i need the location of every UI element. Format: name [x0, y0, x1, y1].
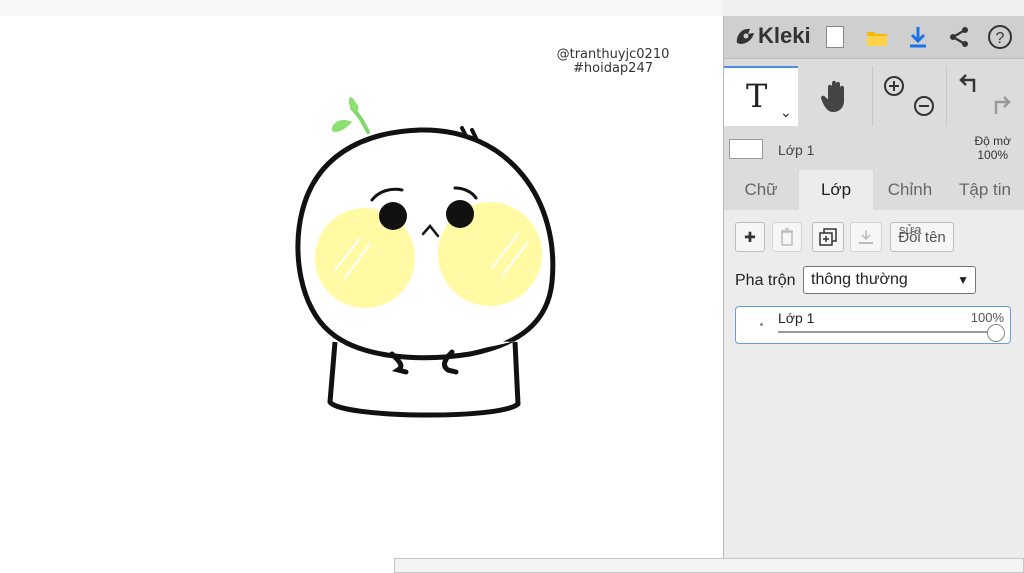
tab-text[interactable]: Chữ	[729, 170, 793, 210]
kleki-logo-icon	[736, 28, 754, 44]
download-icon[interactable]	[905, 24, 931, 50]
layer-thumbnail-dot	[760, 323, 763, 326]
tab-file[interactable]: Tập tin	[948, 170, 1022, 210]
layer-item-name: Lớp 1	[778, 310, 815, 326]
opacity-value: 100%	[977, 148, 1009, 162]
drawing-canvas[interactable]: @tranthuyjc0210 #hoidap247	[0, 16, 722, 573]
add-layer-button[interactable]: ✚	[735, 222, 765, 252]
undo-icon[interactable]	[956, 72, 982, 98]
merge-down-button[interactable]	[850, 222, 882, 252]
zoom-out-icon[interactable]	[912, 94, 936, 118]
layer-opacity: Độ mờ 100%	[974, 134, 1011, 162]
folder-icon[interactable]	[864, 24, 890, 50]
cartoon-drawing	[295, 97, 556, 418]
layer-item-opacity: 100%	[970, 310, 1004, 325]
trash-icon	[781, 228, 793, 246]
hand-tool-icon	[820, 80, 844, 112]
browser-bar-right	[723, 0, 1024, 16]
toolbar: T ⌄	[724, 66, 1024, 126]
chevron-down-icon[interactable]: ⌄	[780, 104, 792, 121]
history-controls	[948, 66, 1024, 126]
panel-tabs: Chữ Lớp Chỉnh Tập tin	[724, 170, 1024, 210]
hand-tool-button[interactable]	[799, 66, 873, 126]
tab-layers[interactable]: Lớp	[799, 170, 873, 210]
help-icon[interactable]: ?	[987, 24, 1013, 50]
delete-layer-button[interactable]	[772, 222, 802, 252]
blend-mode-value: thông thường	[811, 271, 908, 288]
layers-tab-content: ✚ Đổi tên sửa Pha trộn thông thường ▼ Lớ…	[724, 210, 1024, 573]
chevron-down-icon: ▼	[957, 273, 969, 287]
blend-mode-label: Pha trộn	[735, 272, 796, 289]
text-tool-button[interactable]: T ⌄	[724, 66, 798, 126]
app-name: Kleki	[758, 23, 811, 48]
layer-thumbnail[interactable]	[729, 139, 763, 159]
duplicate-icon	[819, 228, 837, 246]
kleki-logo[interactable]: Kleki	[734, 23, 811, 49]
blend-mode-select[interactable]: thông thường ▼	[803, 266, 976, 294]
layer-list-item[interactable]: Lớp 1 100%	[735, 306, 1011, 344]
opacity-slider-track[interactable]	[778, 331, 998, 333]
current-layer-row: Lớp 1 Độ mờ 100%	[724, 128, 1024, 172]
background-window-edge	[394, 558, 1024, 573]
merge-down-icon	[859, 230, 873, 244]
opacity-label: Độ mờ	[974, 134, 1011, 148]
tab-adjust[interactable]: Chỉnh	[876, 170, 944, 210]
text-tool-icon: T	[746, 77, 768, 115]
redo-icon[interactable]	[988, 94, 1014, 120]
opacity-slider-handle[interactable]	[987, 324, 1005, 342]
zoom-in-icon[interactable]	[882, 74, 906, 98]
rename-overlap-text: sửa	[899, 222, 922, 237]
duplicate-layer-button[interactable]	[812, 222, 844, 252]
side-panel: Kleki ? T ⌄ Lớp 1 Độ mờ 100% Chữ Lớp Chỉ…	[723, 16, 1024, 573]
share-icon[interactable]	[946, 24, 972, 50]
browser-bookmarks-strip	[0, 0, 723, 17]
plus-icon: ✚	[744, 228, 756, 245]
new-file-icon[interactable]	[822, 24, 848, 50]
svg-text:?: ?	[996, 30, 1005, 47]
zoom-controls	[874, 66, 947, 126]
current-layer-name: Lớp 1	[778, 142, 815, 158]
panel-topbar: Kleki ?	[724, 16, 1024, 59]
